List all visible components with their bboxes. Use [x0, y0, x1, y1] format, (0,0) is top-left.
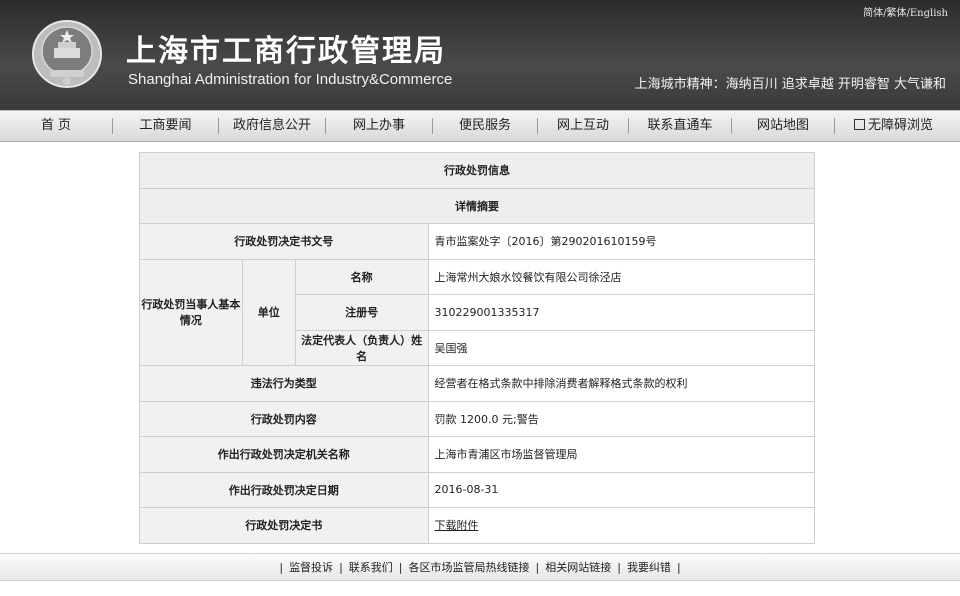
authority-value: 上海市青浦区市场监督管理局: [427, 436, 815, 473]
penalty-content-value: 罚款 1200.0 元;警告: [427, 400, 815, 437]
site-title-en: Shanghai Administration for Industry&Com…: [128, 71, 453, 88]
name-label: 名称: [294, 258, 429, 295]
nav-item-site-map[interactable]: 网站地图: [732, 110, 834, 142]
nav-item-news[interactable]: 工商要闻: [113, 110, 218, 142]
decision-doc-label: 行政处罚决定书: [139, 507, 429, 544]
legal-rep-value: 吴国强: [427, 329, 815, 366]
table-subtitle: 详情摘要: [139, 187, 815, 224]
reg-number-value: 310229001335317: [427, 294, 815, 331]
table-row: 行政处罚当事人基本情况 单位 名称 上海常州大娘水饺餐饮有限公司徐泾店: [139, 258, 815, 366]
lang-simplified-link[interactable]: 简体: [863, 8, 883, 19]
nav-item-online-services[interactable]: 网上办事: [326, 110, 432, 142]
footer-link-related-sites[interactable]: 相关网站链接: [545, 561, 611, 574]
site-footer: | 监督投诉 | 联系我们 | 各区市场监管局热线链接 | 相关网站链接 | 我要纠错 |: [0, 553, 960, 581]
legal-rep-label: 法定代表人（负责人）姓名: [294, 329, 429, 366]
site-header: 简体/繁体/English 上海市工商行政管理局 Shanghai Admini…: [0, 0, 960, 110]
doc-number-label: 行政处罚决定书文号: [139, 223, 429, 260]
table-row: 作出行政处罚决定机关名称 上海市青浦区市场监督管理局: [139, 436, 815, 473]
language-switcher: 简体/繁体/English: [863, 8, 948, 19]
nav-item-direct-contact[interactable]: 联系直通车: [629, 110, 731, 142]
violation-type-label: 违法行为类型: [139, 365, 429, 402]
city-slogan: 上海城市精神：海纳百川 追求卓越 开明睿智 大气谦和: [634, 77, 946, 92]
authority-label: 作出行政处罚决定机关名称: [139, 436, 429, 473]
footer-link-report-error[interactable]: 我要纠错: [627, 561, 671, 574]
footer-link-complaints[interactable]: 监督投诉: [289, 561, 333, 574]
penalty-info-table: 行政处罚信息 详情摘要 行政处罚决定书文号 青市监案处字〔2016〕第29020…: [139, 152, 815, 544]
accessibility-icon: [853, 119, 865, 130]
name-value: 上海常州大娘水饺餐饮有限公司徐泾店: [427, 258, 815, 295]
lang-traditional-link[interactable]: 繁体: [887, 8, 907, 19]
table-title: 行政处罚信息: [139, 152, 815, 189]
reg-number-label: 注册号: [294, 294, 429, 331]
decision-doc-cell: 下载附件: [427, 507, 815, 544]
nav-item-home[interactable]: 首 页: [0, 110, 112, 142]
nav-item-interaction[interactable]: 网上互动: [538, 110, 628, 142]
doc-number-value: 青市监案处字〔2016〕第290201610159号: [427, 223, 815, 260]
nav-item-public-services[interactable]: 便民服务: [433, 110, 537, 142]
site-title-cn: 上海市工商行政管理局: [126, 34, 446, 69]
table-row: 行政处罚决定书文号 青市监案处字〔2016〕第290201610159号: [139, 223, 815, 260]
download-attachment-link[interactable]: 下载附件: [435, 519, 479, 532]
table-row: 行政处罚内容 罚款 1200.0 元;警告: [139, 400, 815, 437]
main-nav: 首 页 工商要闻 政府信息公开 网上办事 便民服务 网上互动 联系直通车 网站地…: [0, 110, 960, 142]
penalty-content-label: 行政处罚内容: [139, 400, 429, 437]
decision-date-value: 2016-08-31: [427, 471, 815, 508]
lang-english-link[interactable]: English: [910, 8, 948, 19]
violation-type-value: 经营者在格式条款中排除消费者解释格式条款的权利: [427, 365, 815, 402]
unit-label: 单位: [241, 258, 296, 366]
footer-link-contact[interactable]: 联系我们: [349, 561, 393, 574]
footer-link-district-hotlines[interactable]: 各区市场监管局热线链接: [409, 561, 530, 574]
party-info-label: 行政处罚当事人基本情况: [139, 258, 243, 366]
national-emblem-icon: [32, 20, 102, 88]
nav-item-accessibility[interactable]: 无障碍浏览: [835, 110, 952, 142]
accessibility-label: 无障碍浏览: [867, 118, 933, 133]
nav-item-gov-info[interactable]: 政府信息公开: [219, 110, 325, 142]
decision-date-label: 作出行政处罚决定日期: [139, 471, 429, 508]
table-row: 违法行为类型 经营者在格式条款中排除消费者解释格式条款的权利: [139, 365, 815, 402]
table-row: 作出行政处罚决定日期 2016-08-31: [139, 471, 815, 508]
table-row: 行政处罚决定书 下载附件: [139, 507, 815, 544]
